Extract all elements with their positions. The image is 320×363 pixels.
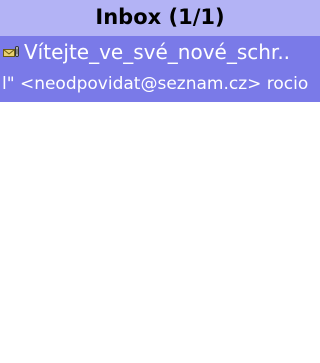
envelope-attachment-icon <box>3 43 20 57</box>
inbox-header: Inbox (1/1) <box>0 0 320 36</box>
page-title: Inbox (1/1) <box>95 5 225 29</box>
message-subject-row: Vítejte_ve_své_nové_schr.. <box>0 36 320 68</box>
message-sender-row: l" <neodpovidat@seznam.cz> rocio <box>0 69 320 99</box>
message-subject: Vítejte_ve_své_nové_schr.. <box>24 40 291 64</box>
message-sender: l" <neodpovidat@seznam.cz> rocio <box>2 73 309 94</box>
message-list-item[interactable]: Vítejte_ve_své_nové_schr.. l" <neodpovid… <box>0 36 320 102</box>
